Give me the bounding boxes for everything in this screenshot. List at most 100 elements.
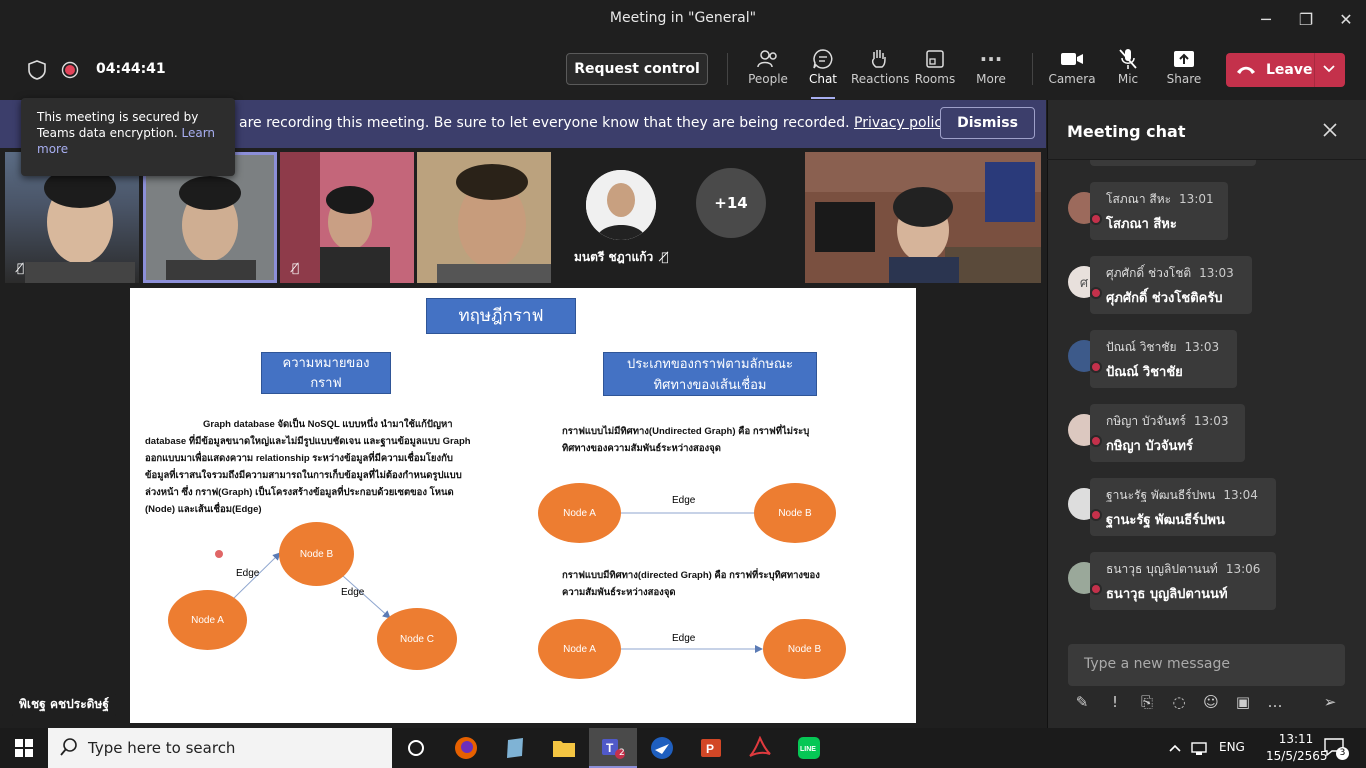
chat-message[interactable]: กษิญา บัวจันทร์ 13:03 กษิญา บัวจันทร์	[1068, 404, 1348, 464]
firefox-icon[interactable]	[442, 728, 490, 768]
video-tile-5[interactable]	[805, 152, 1041, 283]
people-button[interactable]: People	[740, 46, 796, 86]
attach-icon[interactable]: ⎘	[1137, 693, 1157, 711]
notification-count: 3	[1336, 747, 1349, 760]
presence-dot	[1090, 287, 1102, 299]
sender-name: ศุภศักดิ์ ช่วงโชติ	[1106, 266, 1192, 280]
message-text: โสภณา สีหะ	[1106, 217, 1177, 232]
emoji-icon[interactable]: ☺	[1201, 693, 1221, 711]
message-text: ธนาวุธ บุญลิปตานนท์	[1106, 587, 1228, 602]
dismiss-button[interactable]: Dismiss	[940, 107, 1035, 139]
leave-button[interactable]: Leave	[1226, 53, 1345, 87]
teams-icon[interactable]: T 2	[589, 728, 637, 768]
leave-label: Leave	[1266, 62, 1313, 78]
sender-name: ฐานะรัฐ พัฒนธีร์ปพน	[1106, 488, 1216, 502]
more-button[interactable]: ··· More	[963, 46, 1019, 86]
close-window-button[interactable]: ✕	[1323, 0, 1366, 38]
edge-label: Edge	[672, 633, 696, 644]
video-tile-4[interactable]	[417, 152, 551, 283]
message-time: 13:06	[1225, 562, 1261, 576]
shield-icon[interactable]	[26, 59, 48, 85]
node-c: Node C	[377, 608, 457, 670]
important-icon[interactable]: !	[1105, 693, 1125, 711]
participant-video	[280, 152, 414, 283]
svg-text:P: P	[706, 742, 714, 756]
chevron-up-icon[interactable]	[1168, 740, 1182, 759]
chat-header: Meeting chat	[1047, 100, 1366, 160]
svg-text:LINE: LINE	[800, 746, 816, 753]
message-input[interactable]: Type a new message	[1068, 644, 1345, 686]
privacy-policy-link[interactable]: Privacy policy	[854, 115, 950, 131]
request-control-button[interactable]: Request control	[566, 53, 708, 85]
more-participants-button[interactable]: +14	[696, 168, 766, 238]
mic-off-icon	[1100, 46, 1156, 72]
rooms-button[interactable]: Rooms	[907, 46, 963, 86]
chat-button[interactable]: Chat	[795, 46, 851, 99]
loop-icon[interactable]: ◌	[1169, 693, 1189, 711]
sticker-icon[interactable]: ▣	[1233, 693, 1253, 711]
participant-video	[805, 152, 1041, 283]
previous-message-edge	[1090, 160, 1256, 166]
chat-message[interactable]: ธนาวุธ บุญลิปตานนท์ 13:06 ธนาวุธ บุญลิปตา…	[1068, 552, 1348, 612]
share-label: Share	[1166, 72, 1202, 86]
chat-message[interactable]: ศ ศุภศักดิ์ ช่วงโชติ 13:03 ศุภศักดิ์ ช่วง…	[1068, 256, 1348, 316]
camera-button[interactable]: Camera	[1044, 46, 1100, 86]
acrobat-icon[interactable]	[736, 728, 784, 768]
chat-icon	[795, 46, 851, 72]
message-bubble: ธนาวุธ บุญลิปตานนท์ 13:06 ธนาวุธ บุญลิปตา…	[1090, 552, 1276, 610]
share-button[interactable]: Share	[1156, 46, 1212, 86]
send-icon[interactable]: ➢	[1320, 693, 1340, 711]
encryption-tooltip: This meeting is secured by Teams data en…	[21, 98, 235, 176]
title-bar: Meeting in "General" ─ ❐ ✕	[0, 0, 1366, 38]
language-indicator[interactable]: ENG	[1219, 740, 1245, 754]
people-label: People	[748, 72, 788, 86]
chat-message[interactable]: โสภณา สีหะ 13:01 โสภณา สีหะ	[1068, 182, 1348, 242]
presence-dot	[1090, 583, 1102, 595]
file-explorer-icon[interactable]	[540, 728, 588, 768]
more-label: More	[976, 72, 1006, 86]
teams-badge: 2	[619, 748, 625, 758]
chat-message[interactable]: ฐานะรัฐ พัฒนธีร์ปพน 13:04 ฐานะรัฐ พัฒนธีร…	[1068, 478, 1348, 538]
meeting-timer: 04:44:41	[96, 61, 166, 77]
clock[interactable]: 13:11 15/5/2565	[1266, 731, 1328, 765]
more-options-icon[interactable]: …	[1265, 693, 1285, 711]
video-tile-3[interactable]: 🎙̸	[280, 152, 414, 283]
network-icon[interactable]	[1191, 740, 1209, 760]
sender-name: ปัณณ์ วิชาชัย	[1106, 340, 1177, 354]
camera-label: Camera	[1048, 72, 1096, 86]
start-button[interactable]	[0, 728, 48, 768]
presence-dot	[1090, 213, 1102, 225]
search-icon	[60, 738, 78, 760]
close-icon[interactable]	[1322, 122, 1338, 142]
edge-label: Edge	[672, 495, 696, 506]
shared-slide: ทฤษฎีกราฟ ความหมายของ กราฟ ประเภทของกราฟ…	[130, 288, 916, 723]
notification-icon[interactable]: 3	[1324, 738, 1349, 760]
reactions-button[interactable]: Reactions	[851, 46, 909, 86]
recording-message: are recording this meeting. Be sure to l…	[239, 115, 950, 131]
presence-dot	[1090, 361, 1102, 373]
message-text: กษิญา บัวจันทร์	[1106, 439, 1193, 454]
chat-title: Meeting chat	[1067, 122, 1186, 141]
tooltip-text: This meeting is secured by Teams data en…	[37, 110, 199, 140]
recording-text: are recording this meeting. Be sure to l…	[239, 115, 850, 131]
presence-dot	[1090, 509, 1102, 521]
window-title: Meeting in "General"	[609, 10, 757, 26]
rooms-icon	[907, 46, 963, 72]
participant-video	[417, 152, 551, 283]
message-time: 13:03	[1193, 414, 1229, 428]
format-icon[interactable]: ✎	[1072, 693, 1092, 711]
line-app-icon[interactable]: LINE	[785, 728, 833, 768]
svg-text:T: T	[606, 741, 614, 755]
participant-name-label: มนตรี ชฎาแก้ว	[574, 250, 654, 264]
chat-message[interactable]: ปัณณ์ วิชาชัย 13:03 ปัณณ์ วิชาชัย	[1068, 330, 1348, 390]
message-bubble: โสภณา สีหะ 13:01 โสภณา สีหะ	[1090, 182, 1228, 240]
thunderbird-icon[interactable]	[638, 728, 686, 768]
cortana-button[interactable]	[392, 728, 440, 768]
powerpoint-icon[interactable]: P	[687, 728, 735, 768]
participant-name: มนตรี ชฎาแก้ว 🎙̸	[574, 248, 669, 267]
mic-button[interactable]: Mic	[1100, 46, 1156, 86]
notepad-icon[interactable]	[491, 728, 539, 768]
search-placeholder: Type here to search	[88, 739, 236, 757]
chevron-down-icon[interactable]	[1322, 61, 1336, 79]
taskbar-search[interactable]: Type here to search	[48, 728, 392, 768]
